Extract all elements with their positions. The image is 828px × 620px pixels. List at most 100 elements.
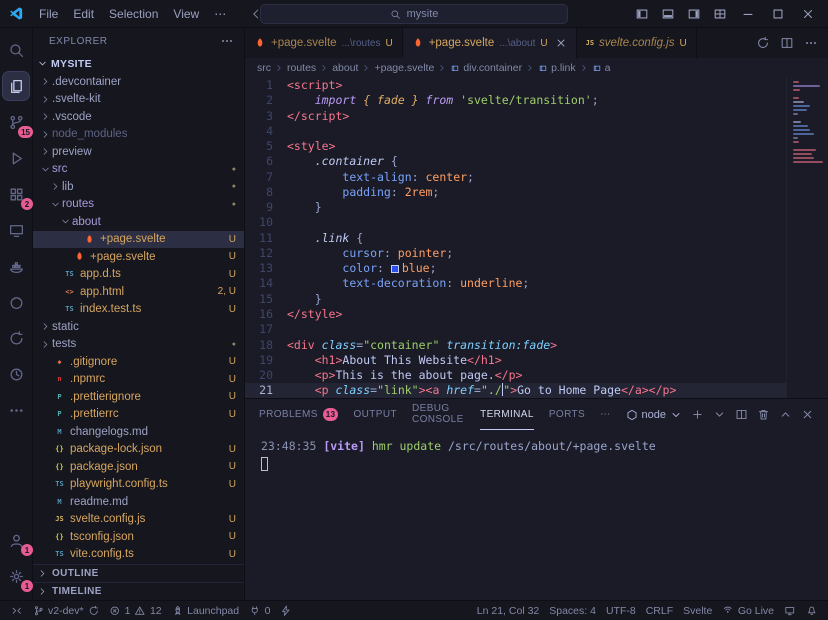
explorer-more-icon[interactable] (220, 34, 234, 48)
customize-layout-icon[interactable] (708, 2, 732, 26)
file-app.d.ts[interactable]: TSapp.d.tsU (33, 266, 244, 284)
menu-file[interactable]: File (32, 5, 65, 23)
folder-about[interactable]: about (33, 213, 244, 231)
file-index.test.ts[interactable]: TSindex.test.tsU (33, 301, 244, 319)
close-window-icon[interactable] (794, 2, 822, 26)
file-.gitignore[interactable]: ◆.gitignoreU (33, 353, 244, 371)
folder-node_modules[interactable]: node_modules (33, 126, 244, 144)
folder-.devcontainer[interactable]: .devcontainer (33, 73, 244, 91)
breadcrumb-a[interactable]: a (592, 62, 611, 74)
menu-edit[interactable]: Edit (66, 5, 101, 23)
activity-docker[interactable] (3, 252, 29, 280)
status-eol[interactable]: CRLF (641, 601, 678, 620)
folder-static[interactable]: static (33, 318, 244, 336)
file-tsconfig.json[interactable]: {}tsconfig.jsonU (33, 528, 244, 546)
folder-.vscode[interactable]: .vscode (33, 108, 244, 126)
file-.prettierignore[interactable]: P.prettierignoreU (33, 388, 244, 406)
panel-tab-output[interactable]: OUTPUT (353, 399, 397, 430)
status-language-mode[interactable]: Svelte (678, 601, 717, 620)
breadcrumb-routes[interactable]: routes (287, 62, 316, 74)
file-vite.config.ts[interactable]: TSvite.config.tsU (33, 546, 244, 564)
activity-explorer[interactable] (3, 72, 29, 100)
folder-routes[interactable]: routes● (33, 196, 244, 214)
kill-terminal-icon[interactable] (757, 408, 770, 421)
activity-account[interactable]: 1 (3, 526, 29, 554)
more-actions-icon[interactable] (804, 36, 818, 50)
file-.prettierrc[interactable]: P.prettierrcU (33, 406, 244, 424)
status-cursor-position[interactable]: Ln 21, Col 32 (472, 601, 544, 620)
tab-+page.svelte[interactable]: +page.svelte...\routesU (245, 28, 403, 58)
file-readme.md[interactable]: Mreadme.md (33, 493, 244, 511)
folder-src[interactable]: src● (33, 161, 244, 179)
split-terminal-icon[interactable] (735, 408, 748, 421)
maximize-window-icon[interactable] (764, 2, 792, 26)
command-center-search[interactable]: mysite (260, 4, 568, 24)
activity-remote-explorer[interactable] (3, 216, 29, 244)
outline-section[interactable]: OUTLINE (33, 564, 244, 582)
panel-more-icon[interactable]: ⋯ (600, 399, 610, 430)
status-ports[interactable]: 0 (244, 601, 275, 620)
file-.npmrc[interactable]: n.npmrcU (33, 371, 244, 389)
file-+page.svelte[interactable]: +page.svelteU (33, 248, 244, 266)
file-playwright.config.ts[interactable]: TSplaywright.config.tsU (33, 476, 244, 494)
menu-[interactable]: ⋯ (207, 5, 233, 23)
menu-view[interactable]: View (166, 5, 206, 23)
folder-preview[interactable]: preview (33, 143, 244, 161)
status-remote[interactable] (6, 601, 28, 620)
activity-run-debug[interactable] (3, 144, 29, 172)
minimap[interactable] (786, 77, 828, 398)
panel-tab-debug-console[interactable]: DEBUG CONSOLE (412, 399, 465, 430)
breadcrumb-+page.svelte[interactable]: +page.svelte (374, 62, 434, 74)
menu-selection[interactable]: Selection (102, 5, 165, 23)
toggle-secondary-sidebar-icon[interactable] (682, 2, 706, 26)
activity-github[interactable] (3, 288, 29, 316)
toggle-primary-sidebar-icon[interactable] (630, 2, 654, 26)
activity-source-control[interactable]: 15 (3, 108, 29, 136)
new-terminal-icon[interactable] (691, 408, 704, 421)
status-git-branch[interactable]: v2-dev* (28, 601, 105, 620)
status-encoding[interactable]: UTF-8 (601, 601, 641, 620)
terminal-profile[interactable]: node (626, 409, 682, 421)
panel-tab-ports[interactable]: PORTS (549, 399, 585, 430)
status-flash[interactable] (275, 601, 297, 620)
activity-extensions[interactable]: 2 (3, 180, 29, 208)
tab-svelte.config.js[interactable]: JSsvelte.config.jsU (577, 28, 697, 58)
toggle-panel-icon[interactable] (656, 2, 680, 26)
tab-+page.svelte[interactable]: +page.svelte...\aboutU (403, 28, 577, 58)
minimize-window-icon[interactable] (734, 2, 762, 26)
folder-.svelte-kit[interactable]: .svelte-kit (33, 91, 244, 109)
status-problems[interactable]: 112 (104, 601, 167, 620)
activity-more[interactable] (3, 396, 29, 424)
file-+page.svelte[interactable]: +page.svelteU (33, 231, 244, 249)
code-editor[interactable]: 123456789101112131415161718192021 <scrip… (245, 77, 828, 398)
folder-tests[interactable]: tests● (33, 336, 244, 354)
activity-settings[interactable]: 1 (3, 562, 29, 590)
close-tab-icon[interactable] (555, 37, 567, 49)
folder-lib[interactable]: lib● (33, 178, 244, 196)
breadcrumb-src[interactable]: src (257, 62, 271, 74)
close-panel-icon[interactable] (801, 408, 814, 421)
timeline-section[interactable]: TIMELINE (33, 582, 244, 600)
breadcrumb-p.link[interactable]: p.link (538, 62, 576, 74)
status-go-live[interactable]: Go Live (717, 601, 779, 620)
terminal-profile-dropdown-icon[interactable] (713, 408, 726, 421)
file-svelte.config.js[interactable]: JSsvelte.config.jsU (33, 511, 244, 529)
maximize-panel-icon[interactable] (779, 408, 792, 421)
activity-history[interactable] (3, 360, 29, 388)
status-launchpad[interactable]: Launchpad (167, 601, 244, 620)
workspace-section-header[interactable]: MYSITE (33, 54, 244, 73)
breadcrumb-div.container[interactable]: div.container (450, 62, 522, 74)
activity-sync[interactable] (3, 324, 29, 352)
file-package-lock.json[interactable]: {}package-lock.jsonU (33, 441, 244, 459)
breadcrumb-about[interactable]: about (332, 62, 358, 74)
status-indentation[interactable]: Spaces: 4 (544, 601, 601, 620)
open-changes-icon[interactable] (756, 36, 770, 50)
file-changelogs.md[interactable]: Mchangelogs.md (33, 423, 244, 441)
color-swatch[interactable] (391, 265, 399, 273)
activity-search[interactable] (3, 36, 29, 64)
status-notifications[interactable] (801, 601, 823, 620)
panel-tab-terminal[interactable]: TERMINAL (480, 399, 534, 430)
status-preview[interactable] (779, 601, 801, 620)
terminal[interactable]: 23:48:35 [vite] hmr update /src/routes/a… (245, 430, 828, 600)
file-package.json[interactable]: {}package.jsonU (33, 458, 244, 476)
